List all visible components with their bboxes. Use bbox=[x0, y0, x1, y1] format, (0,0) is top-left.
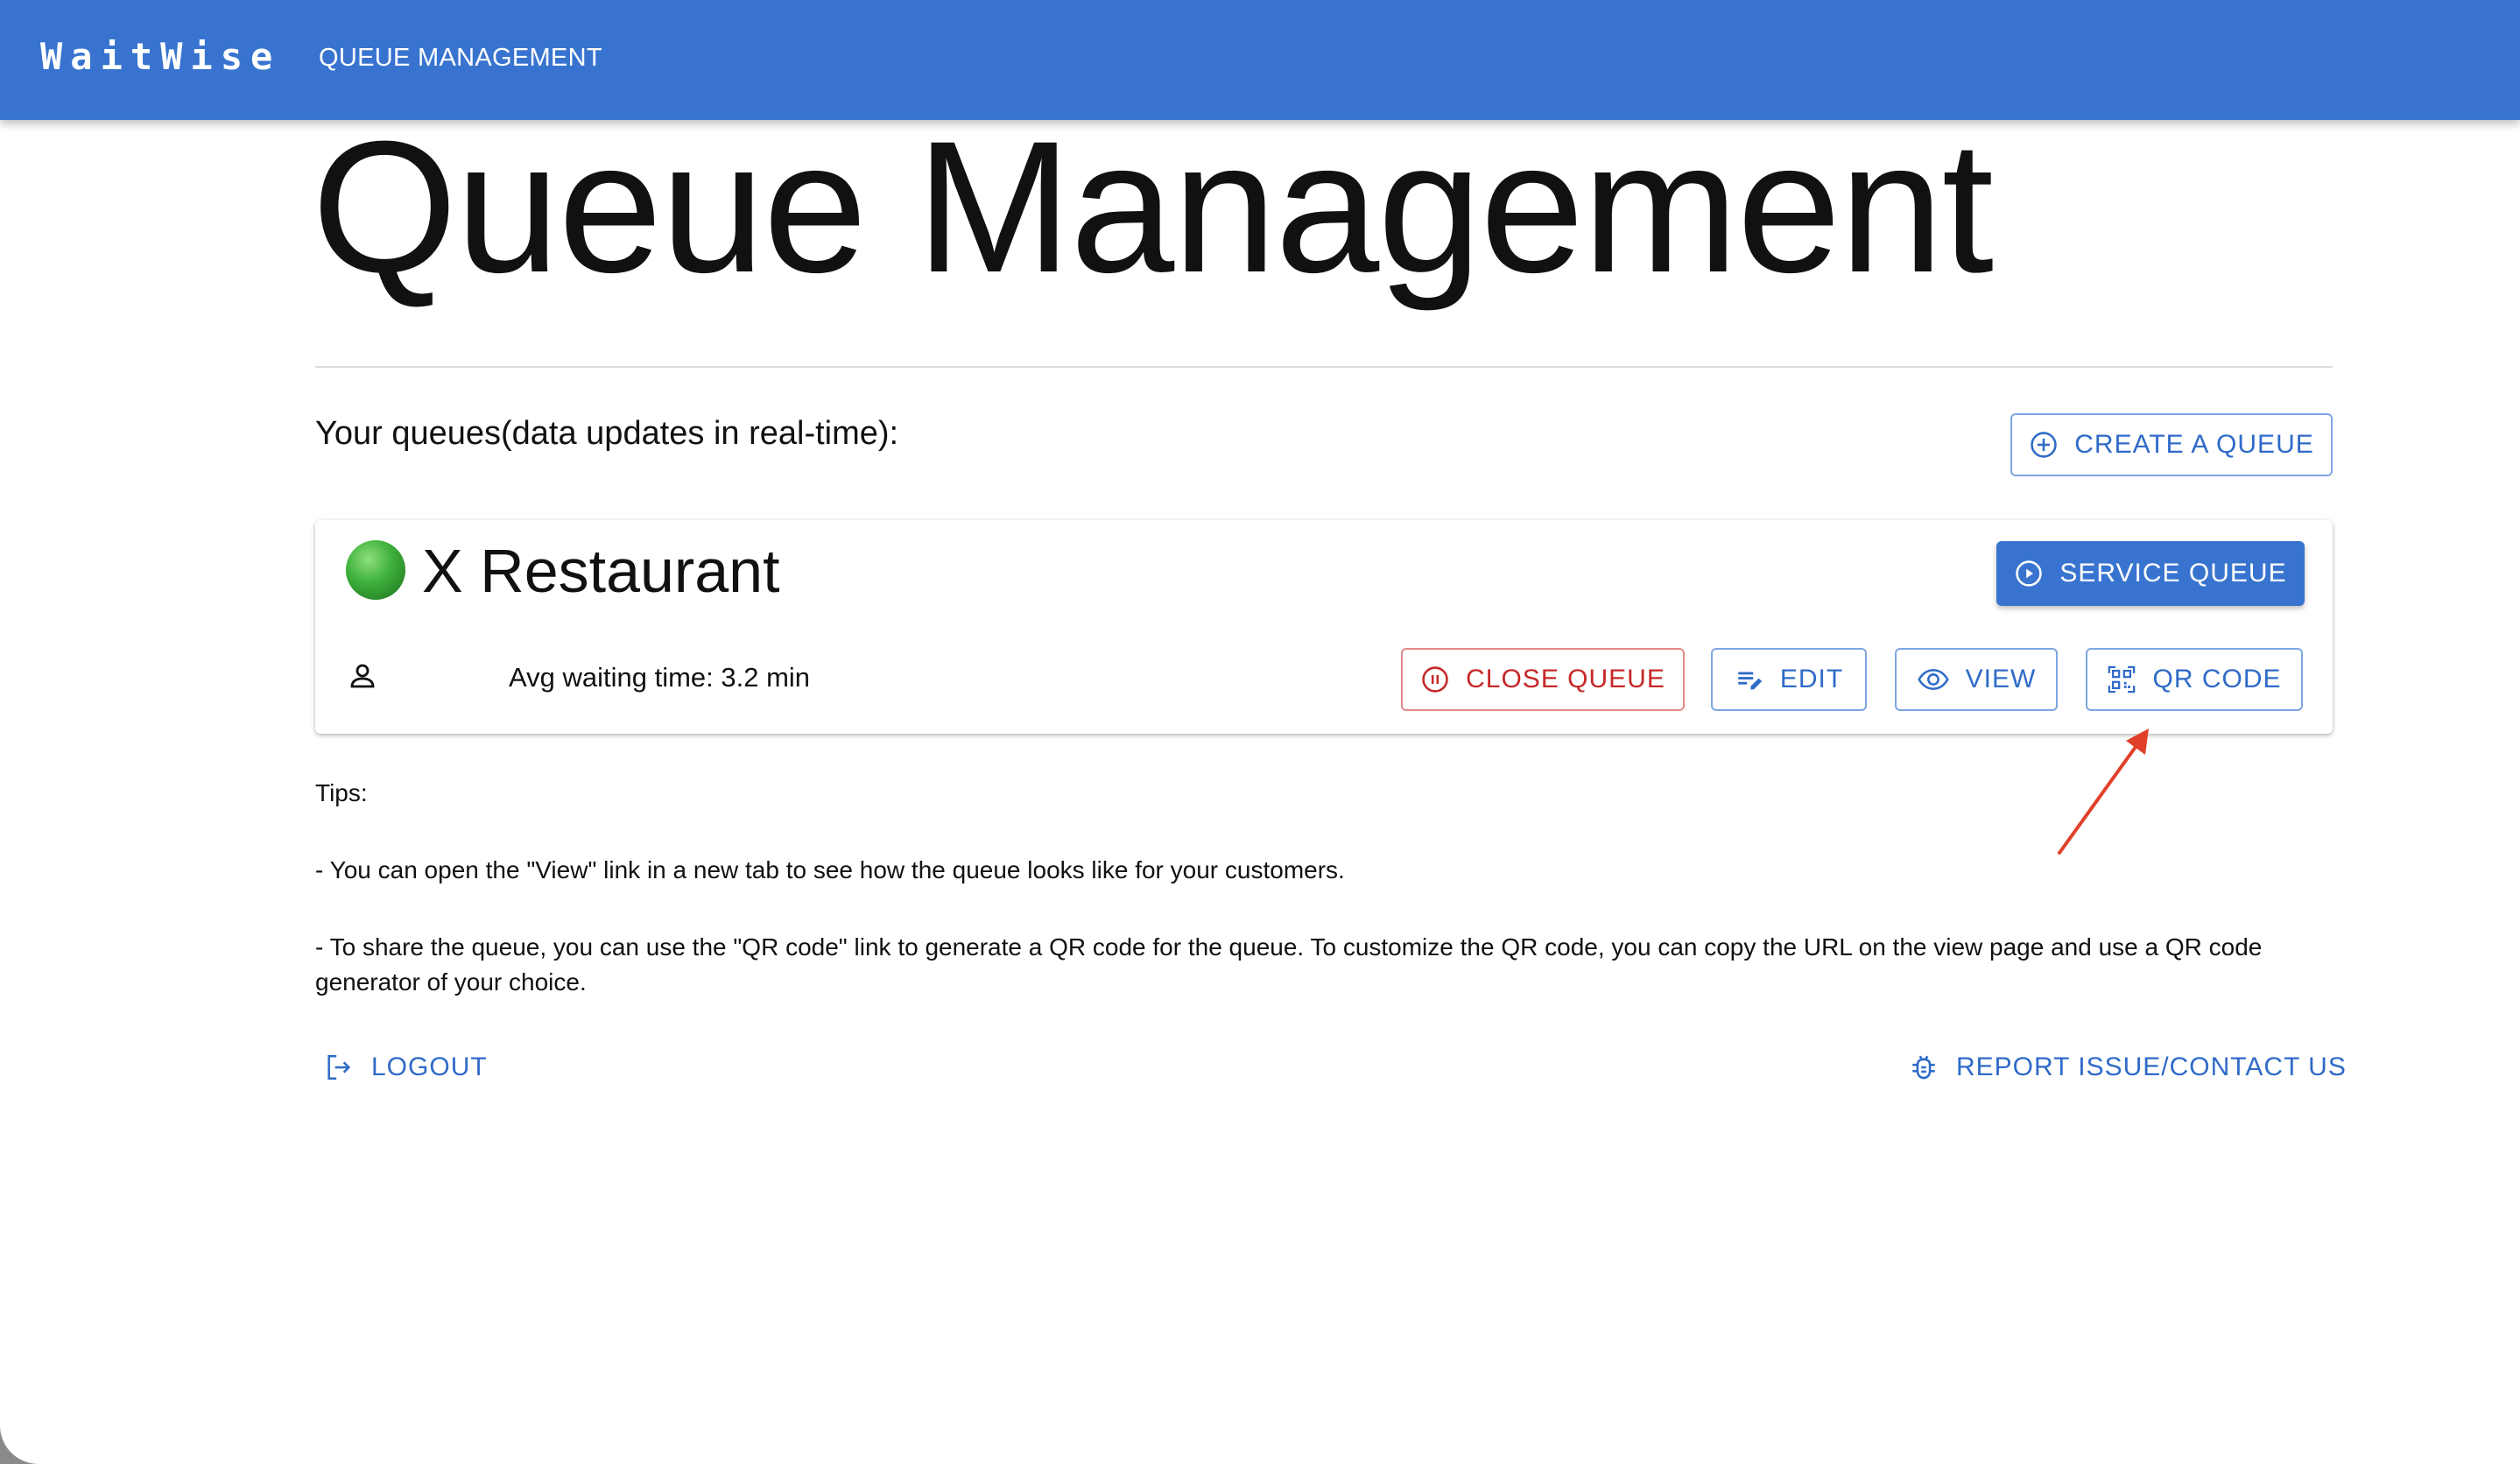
report-issue-label: REPORT ISSUE/CONTACT US bbox=[1956, 1052, 2347, 1081]
pause-circle-icon bbox=[1420, 665, 1450, 694]
create-queue-label: CREATE A QUEUE bbox=[2074, 430, 2314, 459]
green-circle-icon bbox=[343, 538, 408, 607]
qr-code-icon bbox=[2107, 665, 2136, 694]
tips-title: Tips: bbox=[315, 779, 368, 806]
avg-waiting-time: Avg waiting time: 3.2 min bbox=[509, 662, 811, 693]
edit-button[interactable]: EDIT bbox=[1711, 648, 1867, 711]
logout-label: LOGOUT bbox=[371, 1052, 488, 1081]
report-issue-button[interactable]: REPORT ISSUE/CONTACT US bbox=[1909, 1052, 2347, 1082]
person-icon bbox=[347, 660, 378, 696]
qr-code-button[interactable]: QR CODE bbox=[2086, 648, 2303, 711]
nav-queue-management[interactable]: QUEUE MANAGEMENT bbox=[319, 44, 602, 73]
edit-label: EDIT bbox=[1779, 665, 1844, 693]
page-title: Queue Management bbox=[312, 102, 1994, 312]
bug-icon bbox=[1909, 1052, 1939, 1082]
logout-button[interactable]: LOGOUT bbox=[324, 1052, 488, 1082]
add-circle-icon bbox=[2029, 430, 2059, 460]
create-queue-button[interactable]: CREATE A QUEUE bbox=[2010, 413, 2333, 476]
play-circle-icon bbox=[2014, 559, 2044, 588]
service-queue-button[interactable]: SERVICE QUEUE bbox=[1996, 541, 2305, 606]
close-queue-button[interactable]: CLOSE QUEUE bbox=[1401, 648, 1685, 711]
tips-section: Tips: - You can open the "View" link in … bbox=[315, 776, 2333, 996]
annotation-arrow-icon bbox=[2049, 727, 2163, 862]
tip-item: - To share the queue, you can use the "Q… bbox=[315, 933, 2263, 996]
edit-note-icon bbox=[1735, 665, 1764, 694]
qr-code-label: QR CODE bbox=[2152, 665, 2282, 693]
eye-icon bbox=[1917, 665, 1950, 694]
queues-heading: Your queues(data updates in real-time): bbox=[315, 415, 899, 452]
service-queue-label: SERVICE QUEUE bbox=[2059, 559, 2287, 588]
brand-logo[interactable]: WaitWise bbox=[40, 35, 280, 78]
queue-card: X Restaurant SERVICE QUEUE Avg waiting t… bbox=[315, 520, 2333, 734]
divider bbox=[315, 366, 2333, 368]
close-queue-label: CLOSE QUEUE bbox=[1466, 665, 1665, 693]
browser-viewport: WaitWise QUEUE MANAGEMENT Queue Manageme… bbox=[0, 0, 2520, 1464]
app-bar: WaitWise QUEUE MANAGEMENT bbox=[0, 0, 2520, 120]
tip-item: - You can open the "View" link in a new … bbox=[315, 856, 1345, 883]
logout-icon bbox=[324, 1052, 354, 1082]
view-button[interactable]: VIEW bbox=[1895, 648, 2058, 711]
view-label: VIEW bbox=[1965, 665, 2037, 693]
queue-name: X Restaurant bbox=[422, 537, 780, 605]
